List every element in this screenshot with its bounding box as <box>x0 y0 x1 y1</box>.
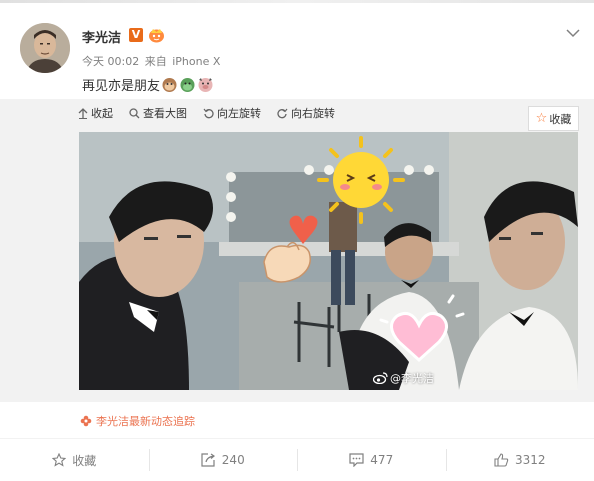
comment-button[interactable]: 477 <box>297 439 446 481</box>
tracking-link[interactable]: 李光洁最新动态追踪 <box>80 413 195 429</box>
avatar[interactable] <box>20 23 70 73</box>
monkey-face-icon <box>161 76 178 93</box>
star-outline-icon <box>52 453 67 467</box>
post-photo[interactable]: @李光洁 <box>79 132 578 390</box>
chevron-down-icon[interactable] <box>566 23 580 38</box>
comment-icon <box>349 453 364 467</box>
rotate-left-icon <box>203 108 214 118</box>
rotate-right-button[interactable]: 向右旋转 <box>277 105 335 121</box>
pig-face-icon <box>197 76 214 93</box>
view-large-button[interactable]: 查看大图 <box>129 105 187 121</box>
star-icon: ☆ <box>535 111 548 126</box>
post-meta: 今天 00:02 来自 iPhone X <box>82 53 222 69</box>
repost-count: 240 <box>221 453 245 467</box>
media-toolbar: 收起 查看大图 向左旋转 向右旋转 <box>78 103 351 123</box>
photo-watermark: @李光洁 <box>373 370 434 386</box>
action-bar: 收藏 240 477 3312 <box>0 439 594 481</box>
rotate-left-button[interactable]: 向左旋转 <box>203 105 261 121</box>
arrow-up-icon <box>78 107 88 119</box>
thumbs-up-icon <box>494 453 509 467</box>
weibo-logo-icon <box>373 372 388 384</box>
comment-count: 477 <box>370 453 394 467</box>
like-button[interactable]: 3312 <box>445 439 594 481</box>
favorite-button[interactable]: 收藏 <box>0 439 149 481</box>
like-count: 3312 <box>514 453 546 467</box>
green-face-icon <box>179 76 196 93</box>
verified-badge-icon[interactable]: V <box>129 28 143 42</box>
view-large-label: 查看大图 <box>143 107 187 120</box>
collapse-label: 收起 <box>91 107 113 120</box>
collect-button[interactable]: ☆ 收藏 <box>528 106 579 131</box>
post-text-content: 再见亦是朋友 <box>82 79 161 94</box>
collect-label: 收藏 <box>549 112 572 126</box>
weibo-post-card: 李光洁 V 今天 00:02 来自 iPhone X 再见亦是朋友 收起 查看大… <box>0 3 594 481</box>
rotate-right-label: 向右旋转 <box>291 107 335 120</box>
post-source[interactable]: iPhone X <box>172 55 220 68</box>
repost-icon <box>201 453 215 467</box>
post-time[interactable]: 今天 00:02 <box>82 55 139 68</box>
author-name[interactable]: 李光洁 <box>82 27 121 46</box>
watermark-text: @李光洁 <box>390 372 434 385</box>
flower-icon <box>80 415 92 427</box>
search-icon <box>129 107 140 118</box>
repost-button[interactable]: 240 <box>148 439 298 481</box>
source-prefix: 来自 <box>144 55 167 68</box>
member-crown-icon[interactable] <box>148 27 165 43</box>
post-text: 再见亦是朋友 <box>82 75 214 94</box>
media-box: 收起 查看大图 向左旋转 向右旋转 ☆ 收藏 @李光洁 <box>0 99 594 402</box>
favorite-label: 收藏 <box>72 453 97 468</box>
tracking-link-text: 李光洁最新动态追踪 <box>96 415 195 428</box>
rotate-left-label: 向左旋转 <box>217 107 261 120</box>
collapse-button[interactable]: 收起 <box>78 105 113 121</box>
rotate-right-icon <box>277 108 288 118</box>
